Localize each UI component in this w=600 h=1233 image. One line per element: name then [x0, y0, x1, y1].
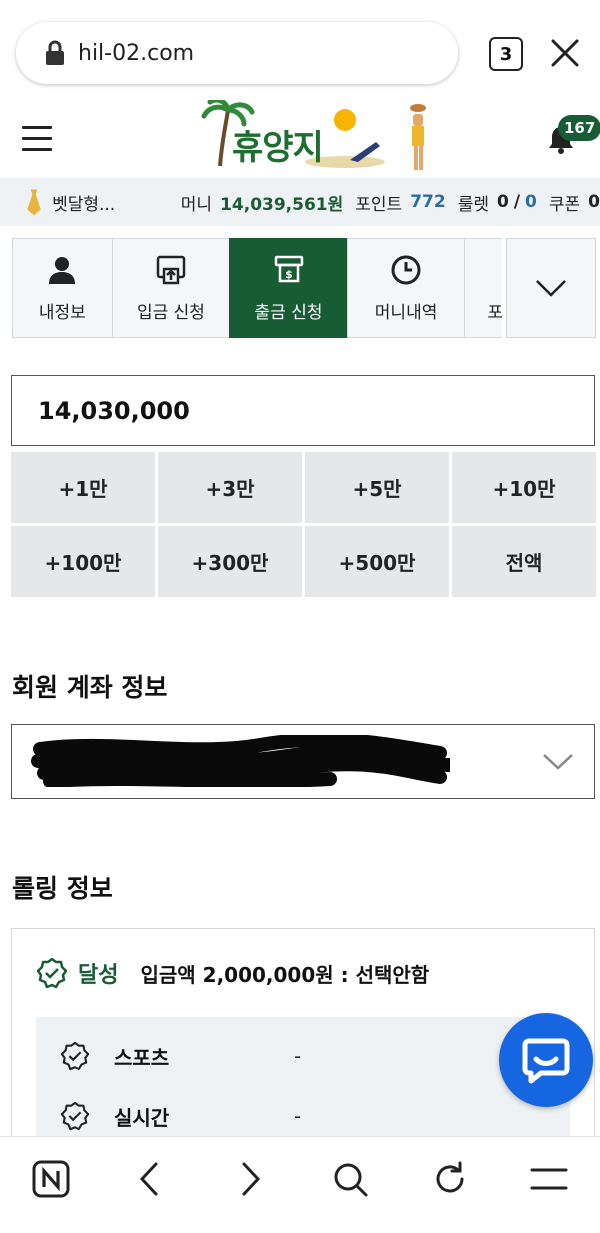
browser-bottom-nav: [0, 1136, 600, 1233]
close-icon[interactable]: [548, 36, 582, 70]
withdraw-icon: $: [274, 255, 303, 282]
menu-item-label: 입금 신청: [136, 302, 205, 323]
address-bar[interactable]: hil-02.com: [16, 22, 458, 84]
refresh-icon[interactable]: [430, 1159, 470, 1199]
clock-icon: [391, 255, 421, 284]
back-icon[interactable]: [130, 1159, 170, 1199]
rolling-row-name: 실시간: [114, 1105, 170, 1130]
quick-add-500man-button[interactable]: +500만: [305, 526, 449, 597]
quick-add-100man-button[interactable]: +100만: [11, 526, 155, 597]
point-value: 772: [410, 192, 446, 212]
site-logo[interactable]: 휴양지: [200, 100, 440, 176]
menu-item-deposit[interactable]: 입금 신청: [111, 238, 230, 338]
rolling-row-sports: 스포츠 -: [60, 1041, 301, 1071]
url-text: hil-02.com: [78, 40, 195, 66]
naver-home-icon[interactable]: [31, 1159, 71, 1199]
site-header: 휴양지 167: [0, 100, 600, 178]
roulette-total: 0: [525, 192, 537, 212]
menu-item-label: 포: [487, 302, 503, 323]
quick-add-300man-button[interactable]: +300만: [158, 526, 302, 597]
rolling-section-title: 롤링 정보: [12, 874, 113, 903]
account-menu: 내정보 입금 신청 $ 출금 신청 머니내역 포: [12, 238, 597, 340]
quick-add-3man-button[interactable]: +3만: [158, 452, 302, 523]
menu-item-my-info[interactable]: 내정보: [12, 238, 112, 338]
menu-icon[interactable]: [22, 126, 52, 152]
quick-add-1man-button[interactable]: +1만: [11, 452, 155, 523]
money-value: 14,039,561원: [220, 194, 344, 215]
verified-badge-icon: [36, 957, 68, 989]
chat-bubble-icon: [522, 1038, 570, 1084]
menu-item-label: 머니내역: [374, 302, 438, 323]
menu-item-money-history[interactable]: 머니내역: [346, 238, 465, 338]
rolling-list: 스포츠 - 실시간 -: [36, 1017, 570, 1147]
redacted-account-scribble: [31, 735, 450, 787]
roulette-label: 룰렛: [457, 194, 489, 215]
rolling-status-label: 달성: [78, 963, 119, 988]
money-label: 머니: [180, 194, 213, 215]
rolling-status: 달성 입금액 2,000,000원 : 선택안함: [36, 957, 429, 989]
rolling-status-description: 입금액 2,000,000원 : 선택안함: [140, 962, 430, 987]
rolling-row-value: -: [294, 1044, 302, 1068]
chevron-down-icon: [543, 754, 573, 770]
chevron-down-icon: [536, 280, 567, 297]
verified-badge-icon: [60, 1041, 90, 1071]
point-label: 포인트: [355, 194, 403, 215]
lock-icon: [46, 40, 64, 65]
browser-url-bar: hil-02.com 3: [0, 0, 600, 100]
user-status-bar: 벳달형... 머니 14,039,561원 포인트 772 룰렛 0 / 0 쿠…: [0, 178, 600, 226]
tab-count-button[interactable]: 3: [489, 37, 523, 71]
user-icon: [49, 256, 76, 284]
notification-badge: 167: [558, 115, 600, 141]
chat-button[interactable]: [499, 1013, 593, 1107]
account-select[interactable]: [11, 724, 595, 799]
search-icon[interactable]: [330, 1159, 370, 1199]
rolling-row-live: 실시간 -: [60, 1101, 301, 1131]
deposit-icon: [156, 255, 186, 284]
username[interactable]: 벳달형...: [52, 190, 141, 215]
roulette-separator: /: [513, 192, 521, 212]
svg-text:$: $: [285, 268, 293, 281]
rank-tie-icon: [27, 189, 41, 216]
withdraw-amount-input[interactable]: 14,030,000: [11, 375, 595, 446]
menu-item-label: 출금 신청: [254, 302, 323, 323]
menu-item-label: 내정보: [38, 302, 86, 323]
verified-badge-icon: [60, 1101, 90, 1131]
roulette-used: 0: [496, 192, 509, 212]
account-section-title: 회원 계좌 정보: [12, 673, 168, 702]
full-amount-button[interactable]: 전액: [452, 526, 596, 597]
menu-item-withdraw[interactable]: $ 출금 신청: [229, 238, 347, 338]
menu-more-button[interactable]: [506, 238, 597, 338]
logo-text: 휴양지: [232, 128, 324, 168]
rolling-row-value: -: [294, 1104, 302, 1128]
quick-add-10man-button[interactable]: +10만: [452, 452, 596, 523]
rolling-row-name: 스포츠: [114, 1045, 170, 1070]
quick-add-5man-button[interactable]: +5만: [305, 452, 449, 523]
quick-amount-buttons: +1만 +3만 +5만 +10만 +100만 +300만 +500만 전액: [11, 452, 596, 599]
coupon-value: 0: [588, 192, 600, 212]
forward-icon[interactable]: [230, 1159, 270, 1199]
menu-item-partial[interactable]: 포: [464, 238, 503, 338]
hamburger-menu-icon[interactable]: [529, 1159, 569, 1199]
coupon-label: 쿠폰: [548, 194, 581, 215]
